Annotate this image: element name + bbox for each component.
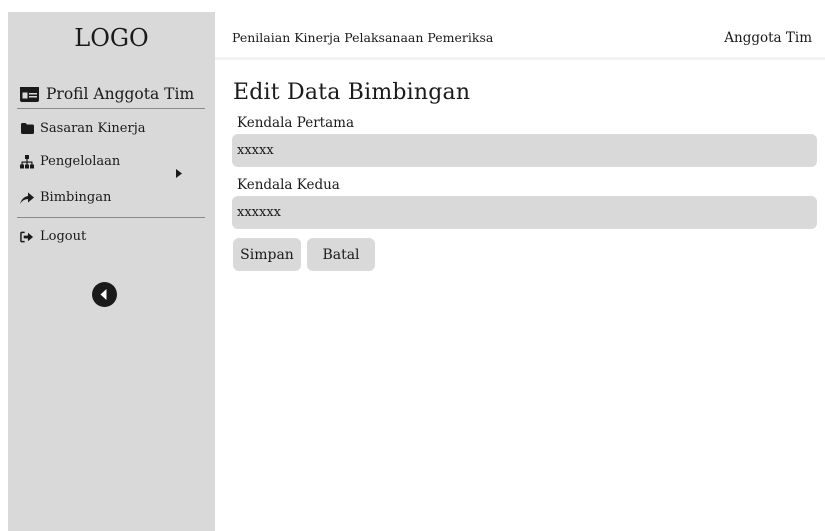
id-card-icon	[20, 86, 39, 102]
kendala-pertama-input[interactable]	[232, 134, 817, 167]
sidebar-item-pengelolaan[interactable]: Pengelolaan	[20, 154, 120, 169]
sidebar-item-label: Bimbingan	[40, 190, 112, 205]
caret-right-icon[interactable]	[176, 169, 182, 178]
chevron-circle-left-icon[interactable]	[92, 282, 117, 307]
folder-icon	[20, 122, 34, 136]
save-button[interactable]: Simpan	[233, 238, 301, 271]
sidebar-item-label: Sasaran Kinerja	[40, 121, 146, 136]
sidebar-divider-bottom	[17, 217, 205, 218]
sidebar-item-label: Logout	[40, 229, 87, 244]
sidebar-item-logout[interactable]: Logout	[20, 229, 86, 244]
logo: LOGO	[74, 24, 149, 52]
sign-out-icon	[20, 230, 34, 244]
sidebar: LOGO Profil Anggota Tim Sasaran Kinerja	[8, 12, 215, 531]
field-label-kendala-pertama: Kendala Pertama	[237, 115, 354, 131]
profile-label: Profil Anggota Tim	[46, 85, 195, 103]
profile-link[interactable]: Profil Anggota Tim	[20, 85, 194, 103]
user-role[interactable]: Anggota Tim	[724, 30, 812, 46]
sidebar-divider-top	[17, 108, 205, 109]
app-title: Penilaian Kinerja Pelaksanaan Pemeriksa	[232, 30, 494, 45]
kendala-kedua-input[interactable]	[232, 196, 817, 229]
sidebar-item-bimbingan[interactable]: Bimbingan	[20, 190, 111, 205]
top-bar: Penilaian Kinerja Pelaksanaan Pemeriksa …	[215, 12, 825, 60]
sidebar-item-sasaran-kinerja[interactable]: Sasaran Kinerja	[20, 121, 145, 136]
field-label-kendala-kedua: Kendala Kedua	[237, 177, 340, 193]
sitemap-icon	[20, 154, 34, 169]
page-title: Edit Data Bimbingan	[233, 80, 471, 105]
sidebar-item-label: Pengelolaan	[40, 154, 121, 169]
share-arrow-icon	[20, 191, 34, 205]
cancel-button[interactable]: Batal	[307, 238, 375, 271]
